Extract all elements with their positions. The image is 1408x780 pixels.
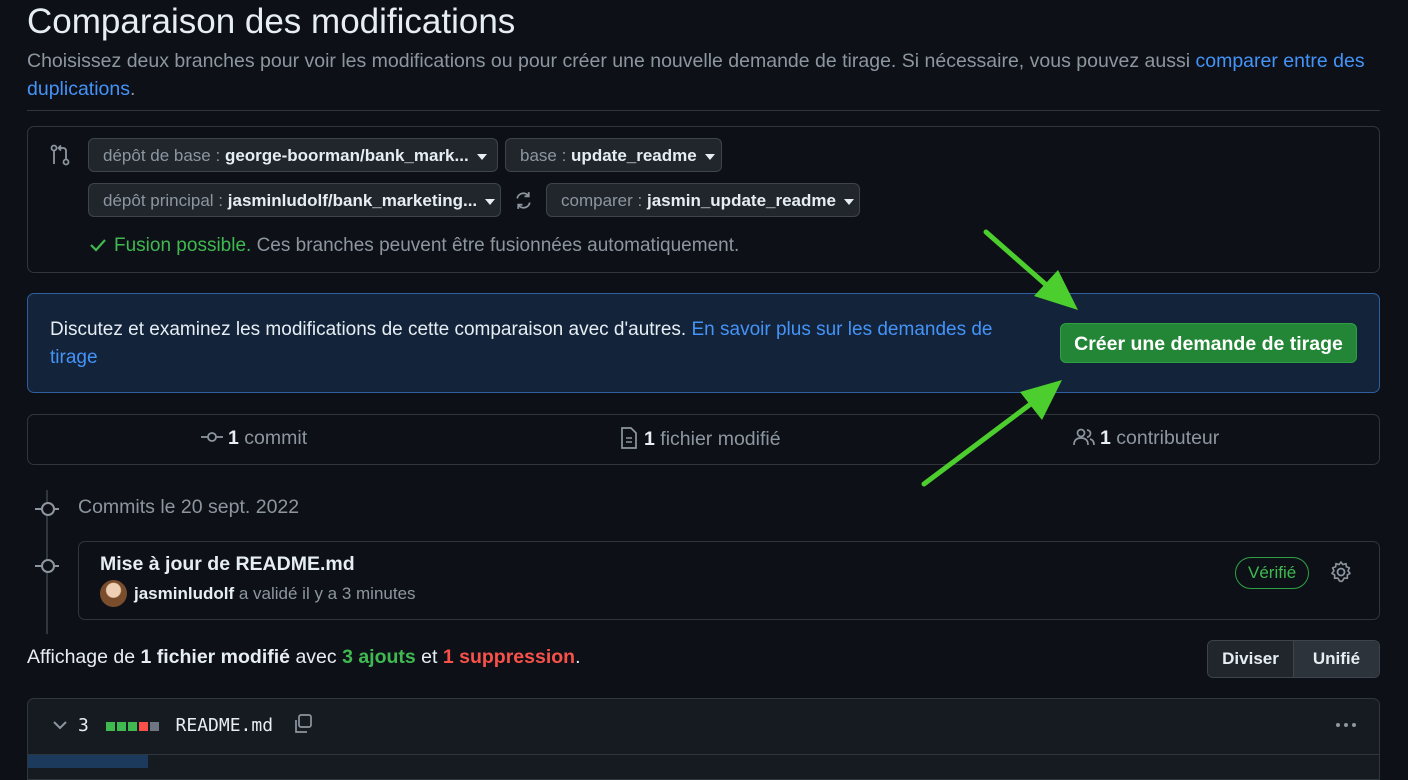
contributors-count: 1 bbox=[1100, 427, 1111, 449]
base-branch-label: base : bbox=[520, 146, 567, 165]
contributors-label: contributeur bbox=[1110, 427, 1220, 449]
diffstat-bar bbox=[105, 715, 161, 736]
commit-title[interactable]: Mise à jour de README.md bbox=[100, 553, 355, 576]
diff-summary: Affichage de 1 fichier modifié avec 3 aj… bbox=[27, 646, 581, 669]
page-subtitle: Choisissez deux branches pour voir les m… bbox=[27, 47, 1367, 103]
file-name[interactable]: README.md bbox=[176, 715, 274, 736]
compare-branch-label: comparer : bbox=[561, 191, 643, 210]
head-repo-value: jasminludolf/bank_marketing... bbox=[227, 191, 478, 210]
commit-node-icon bbox=[41, 559, 55, 573]
diff-view-toggle: Diviser Unifié bbox=[1207, 640, 1380, 678]
commit-time: a validé il y a 3 minutes bbox=[234, 584, 416, 603]
chevron-down-icon bbox=[843, 198, 854, 205]
commit-icon bbox=[201, 432, 223, 442]
hunk-gutter bbox=[28, 755, 148, 768]
chevron-down-icon bbox=[704, 153, 715, 160]
head-repo-label: dépôt principal : bbox=[103, 191, 224, 210]
file-diff-icon bbox=[621, 427, 637, 449]
compare-branch-value: jasmin_update_readme bbox=[646, 191, 836, 210]
header-divider bbox=[27, 110, 1380, 111]
summary-mid: avec bbox=[290, 646, 343, 668]
file-change-count: 3 bbox=[78, 715, 89, 736]
subtitle-end: . bbox=[129, 78, 136, 100]
compare-branch-select[interactable]: comparer : jasmin_update_readme bbox=[546, 183, 860, 217]
chevron-down-icon bbox=[485, 198, 496, 205]
base-branch-select[interactable]: base : update_readme bbox=[505, 138, 722, 172]
file-divider bbox=[28, 754, 1379, 755]
chevron-down-icon bbox=[476, 153, 487, 160]
contributors-stat[interactable]: 1 contributeur bbox=[1073, 427, 1219, 450]
commits-date-header: Commits le 20 sept. 2022 bbox=[78, 496, 300, 518]
subtitle-text: Choisissez deux branches pour voir les m… bbox=[27, 50, 1196, 72]
files-count: 1 bbox=[644, 428, 655, 450]
summary-files: 1 fichier modifié bbox=[140, 646, 291, 668]
merge-status-label: Fusion possible. bbox=[114, 235, 252, 256]
diffstat-neutral bbox=[149, 721, 159, 731]
base-repo-label: dépôt de base : bbox=[103, 146, 221, 165]
commits-count: 1 bbox=[228, 427, 239, 449]
diffstat-add bbox=[127, 721, 137, 731]
diffstat-add bbox=[116, 721, 126, 731]
base-branch-value: update_readme bbox=[571, 146, 697, 165]
head-repo-select[interactable]: dépôt principal : jasminludolf/bank_mark… bbox=[88, 183, 501, 217]
swap-arrows-icon[interactable] bbox=[513, 190, 534, 211]
unified-view-button[interactable]: Unifié bbox=[1293, 641, 1379, 677]
summary-deletions: 1 suppression bbox=[442, 646, 576, 668]
summary-prefix: Affichage de bbox=[27, 646, 141, 668]
summary-additions: 3 ajouts bbox=[342, 646, 416, 668]
file-header-row: 3 README.md bbox=[52, 713, 314, 736]
commit-node-icon bbox=[41, 502, 55, 516]
base-repo-value: george-boorman/bank_mark... bbox=[224, 146, 469, 165]
split-view-button[interactable]: Diviser bbox=[1208, 641, 1293, 677]
summary-end: . bbox=[575, 646, 581, 668]
avatar[interactable] bbox=[100, 580, 127, 607]
info-text: Discutez et examinez les modifications d… bbox=[50, 316, 1030, 372]
base-repo-select[interactable]: dépôt de base : george-boorman/bank_mark… bbox=[88, 138, 498, 172]
git-compare-icon bbox=[50, 144, 70, 166]
merge-status-message: Ces branches peuvent être fusionnées aut… bbox=[251, 235, 740, 256]
page-title: Comparaison des modifications bbox=[27, 2, 516, 41]
commit-meta: jasminludolf a validé il y a 3 minutes bbox=[134, 584, 416, 604]
commits-label: commit bbox=[238, 427, 308, 449]
diffstat-add bbox=[105, 721, 115, 731]
files-label: fichier modifié bbox=[654, 428, 781, 450]
commit-author[interactable]: jasminludolf bbox=[134, 584, 234, 603]
copy-icon[interactable] bbox=[292, 713, 314, 735]
people-icon bbox=[1073, 428, 1095, 446]
commits-stat[interactable]: 1 commit bbox=[201, 427, 307, 450]
create-pull-request-button[interactable]: Créer une demande de tirage bbox=[1060, 323, 1357, 363]
files-stat[interactable]: 1 fichier modifié bbox=[620, 427, 781, 451]
gear-icon[interactable] bbox=[1329, 560, 1353, 584]
kebab-menu-icon[interactable] bbox=[1334, 717, 1358, 733]
info-message: Discutez et examinez les modifications d… bbox=[50, 319, 692, 340]
check-icon bbox=[90, 239, 106, 252]
summary-and: et bbox=[415, 646, 443, 668]
merge-status: Fusion possible. Ces branches peuvent êt… bbox=[88, 235, 739, 257]
verified-badge[interactable]: Vérifié bbox=[1235, 557, 1310, 589]
diffstat-del bbox=[138, 721, 148, 731]
chevron-down-icon[interactable] bbox=[52, 719, 68, 731]
